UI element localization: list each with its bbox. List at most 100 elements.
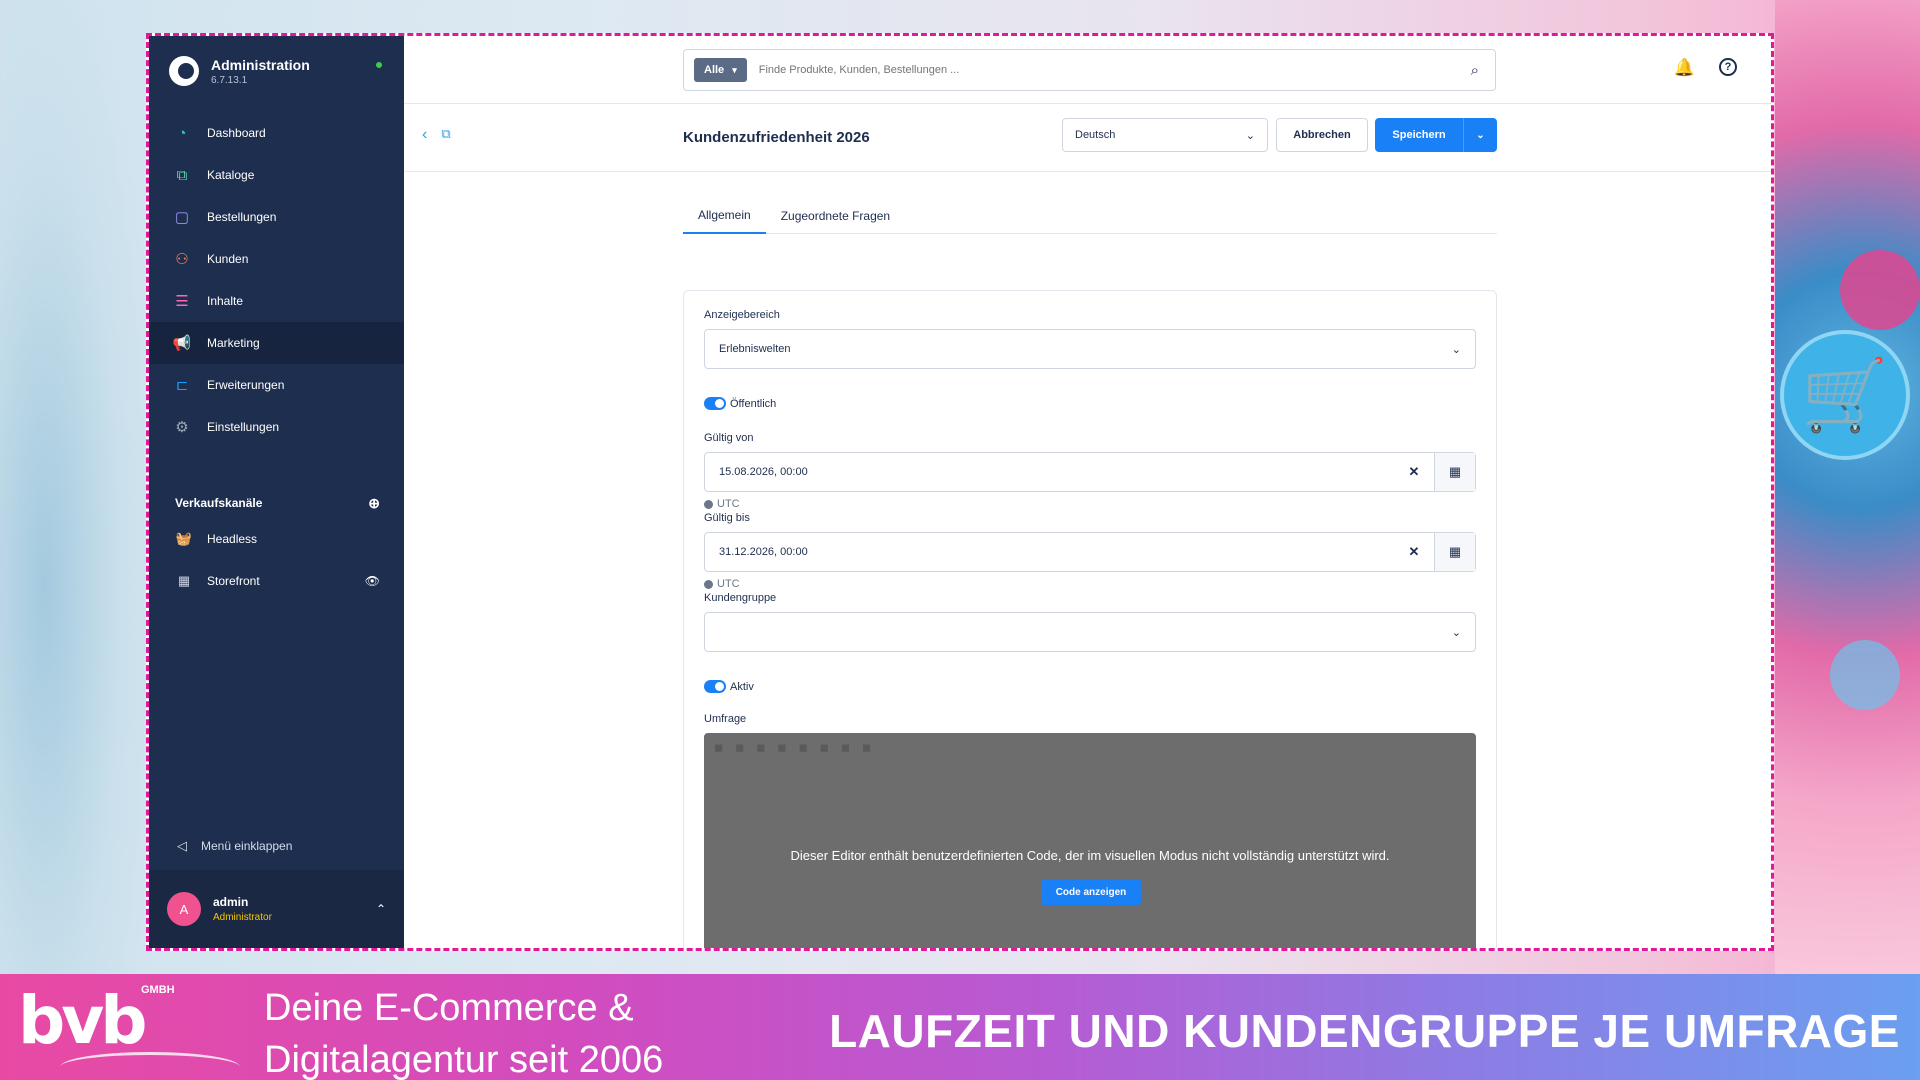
sidebar: Administration 6.7.13.1 ◔ Dashboard ⧉ Ka… <box>149 36 404 948</box>
basket-icon: 🧺 <box>175 531 193 546</box>
chevron-left-circle-icon: ◁ <box>177 838 187 853</box>
sidebar-item-label: Dashboard <box>207 126 266 140</box>
customer-group-label: Kundengruppe <box>704 592 777 604</box>
clock-icon <box>704 579 713 589</box>
valid-to-input[interactable]: 31.12.2026, 00:00 <box>705 546 1394 558</box>
editor-tool-icon: ◼ <box>777 742 787 754</box>
sidebar-item-content[interactable]: ☰ Inhalte <box>149 280 404 322</box>
eye-icon[interactable]: 👁 <box>365 574 380 588</box>
sidebar-item-label: Einstellungen <box>207 420 280 434</box>
shopware-logo-icon[interactable] <box>169 56 199 86</box>
show-code-button[interactable]: Code anzeigen <box>1041 879 1141 905</box>
tab-general[interactable]: Allgemein <box>683 198 766 234</box>
sales-channels-header: Verkaufskanäle ⊕ <box>149 488 404 518</box>
sales-channel-label: Storefront <box>207 574 260 588</box>
search-scope-select[interactable]: Alle ▾ <box>694 58 747 82</box>
sales-channel-headless[interactable]: 🧺 Headless <box>149 518 404 560</box>
sidebar-item-marketing[interactable]: 📢 Marketing <box>149 322 404 364</box>
sidebar-item-label: Kataloge <box>207 168 255 182</box>
public-toggle[interactable] <box>704 397 726 410</box>
banner-headline: LAUFZEIT UND KUNDENGRUPPE JE UMFRAGE <box>829 1005 1900 1057</box>
online-status-dot <box>376 62 382 68</box>
survey-text-editor: ◼ ◼ ◼ ◼ ◼ ◼ ◼ ◼ Dieser Editor enthält be… <box>704 733 1476 948</box>
tab-assigned-questions[interactable]: Zugeordnete Fragen <box>766 198 905 234</box>
sales-channels-title: Verkaufskanäle <box>175 496 263 510</box>
editor-tool-icon: ◼ <box>735 742 745 754</box>
public-toggle-row: Öffentlich <box>704 397 1476 410</box>
timezone-label: UTC <box>717 578 740 590</box>
display-area-select[interactable]: Erlebniswelten ⌄ <box>704 329 1476 369</box>
global-search: Alle ▾ ⌕ <box>683 49 1496 91</box>
detail-tabs: Allgemein Zugeordnete Fragen <box>683 198 1497 234</box>
sidebar-item-dashboard[interactable]: ◔ Dashboard <box>149 112 404 154</box>
sidebar-item-label: Marketing <box>207 336 260 350</box>
chevron-down-icon: ⌄ <box>1451 626 1461 639</box>
calendar-icon[interactable]: ▦ <box>1434 533 1475 571</box>
decorative-orb <box>1840 250 1920 330</box>
survey-settings-card: Anzeigebereich Erlebniswelten ⌄ Öffentli… <box>683 290 1497 948</box>
agency-tagline: Deine E-Commerce & Digitalagentur seit 2… <box>264 982 663 1080</box>
tagline-line-2: Digitalagentur seit 2006 <box>264 1039 664 1080</box>
chevron-down-icon: ⌄ <box>1451 343 1461 356</box>
sidebar-item-label: Erweiterungen <box>207 378 285 392</box>
valid-to-field: 31.12.2026, 00:00 ✕ ▦ <box>704 532 1476 572</box>
promo-banner: bvb GMBH Deine E-Commerce & Digitalagent… <box>0 974 1920 1080</box>
megaphone-icon: 📢 <box>172 335 192 352</box>
valid-to-label: Gültig bis <box>704 512 750 524</box>
user-name: admin <box>213 895 249 909</box>
calendar-icon[interactable]: ▦ <box>1434 453 1475 491</box>
marketing-module-icon[interactable]: ⧉ <box>441 126 450 144</box>
active-label: Aktiv <box>730 680 754 693</box>
help-icon[interactable]: ? <box>1719 58 1737 76</box>
sidebar-item-orders[interactable]: ▢ Bestellungen <box>149 196 404 238</box>
back-arrow-icon[interactable]: ‹ <box>422 126 427 144</box>
sidebar-item-label: Inhalte <box>207 294 244 308</box>
active-toggle-row: Aktiv <box>704 680 1476 693</box>
gear-icon: ⚙ <box>175 419 189 436</box>
bell-icon[interactable]: 🔔 <box>1674 58 1695 78</box>
clear-date-icon[interactable]: ✕ <box>1394 464 1434 480</box>
smartbar-nav: ‹ ⧉ <box>422 126 451 144</box>
collapse-menu-button[interactable]: ◁ Menü einklappen <box>149 826 404 866</box>
sidebar-item-catalog[interactable]: ⧉ Kataloge <box>149 154 404 196</box>
storefront-icon: ▦ <box>177 573 191 588</box>
tagline-line-1: Deine E-Commerce & <box>264 987 634 1029</box>
chevron-up-icon[interactable]: ⌃ <box>376 902 386 916</box>
cancel-button[interactable]: Abbrechen <box>1276 118 1368 152</box>
sales-channel-label: Headless <box>207 532 258 546</box>
catalog-icon: ⧉ <box>176 166 188 184</box>
chevron-down-icon: ▾ <box>732 64 737 75</box>
agency-logo-suffix: GMBH <box>141 984 175 996</box>
background-right-decoration <box>1775 0 1920 975</box>
save-options-chevron-icon[interactable]: ⌄ <box>1463 118 1497 152</box>
sidebar-item-extensions[interactable]: ⊏ Erweiterungen <box>149 364 404 406</box>
agency-logo: bvb <box>18 982 148 1059</box>
bag-icon: ▢ <box>174 209 190 226</box>
admin-window: Administration 6.7.13.1 ◔ Dashboard ⧉ Ka… <box>146 33 1774 951</box>
content-icon: ☰ <box>175 293 189 310</box>
brand-version: 6.7.13.1 <box>211 74 248 86</box>
chevron-down-icon: ⌄ <box>1245 129 1255 142</box>
user-menu[interactable]: A admin Administrator ⌃ <box>149 870 404 948</box>
active-toggle[interactable] <box>704 680 726 693</box>
customer-group-select[interactable]: ⌄ <box>704 612 1476 652</box>
language-select[interactable]: Deutsch ⌄ <box>1062 118 1268 152</box>
valid-from-input[interactable]: 15.08.2026, 00:00 <box>705 466 1394 478</box>
search-icon[interactable]: ⌕ <box>1471 62 1479 79</box>
plug-icon: ⊏ <box>175 377 189 394</box>
clear-date-icon[interactable]: ✕ <box>1394 544 1434 560</box>
editor-tool-icon: ◼ <box>714 742 724 754</box>
sidebar-item-customers[interactable]: ⚇ Kunden <box>149 238 404 280</box>
sidebar-item-label: Bestellungen <box>207 210 277 224</box>
topbar: Alle ▾ ⌕ 🔔 ? <box>404 36 1771 104</box>
search-input[interactable] <box>758 64 1471 76</box>
add-sales-channel-icon[interactable]: ⊕ <box>368 495 380 512</box>
main-content: Alle ▾ ⌕ 🔔 ? ‹ ⧉ Kundenzufriedenheit 202… <box>404 36 1771 948</box>
sidebar-header: Administration 6.7.13.1 <box>149 36 404 106</box>
clock-icon <box>704 499 713 509</box>
save-button[interactable]: Speichern <box>1375 129 1463 141</box>
users-icon: ⚇ <box>175 251 189 268</box>
sales-channel-storefront[interactable]: ▦ Storefront 👁 <box>149 560 404 602</box>
sidebar-item-settings[interactable]: ⚙ Einstellungen <box>149 406 404 448</box>
display-area-label: Anzeigebereich <box>704 309 780 321</box>
